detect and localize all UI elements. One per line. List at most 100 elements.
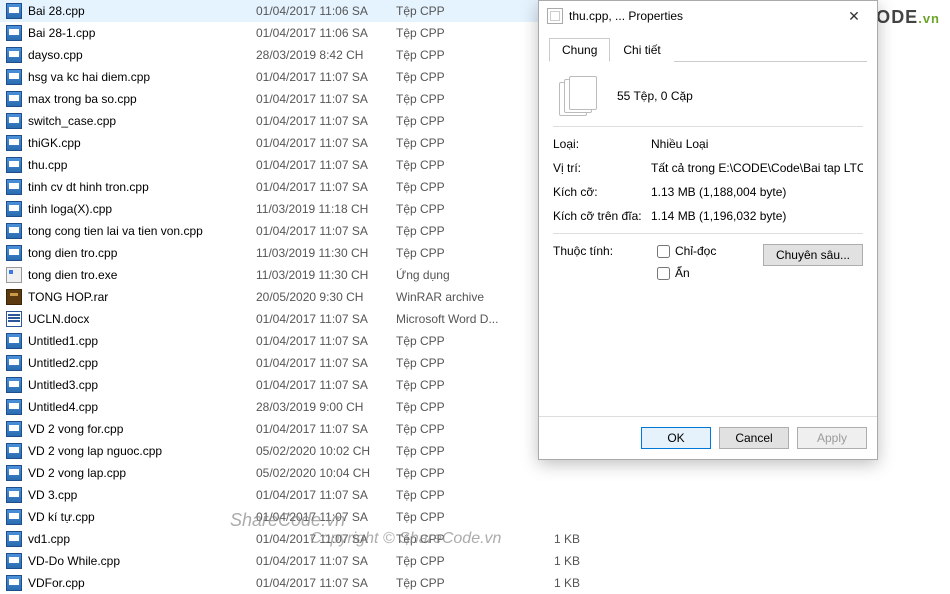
file-name: Untitled1.cpp: [28, 334, 98, 348]
file-row[interactable]: thiGK.cpp01/04/2017 11:07 SATệp CPP: [0, 132, 590, 154]
file-row[interactable]: VD 2 vong for.cpp01/04/2017 11:07 SATệp …: [0, 418, 590, 440]
file-icon: [6, 311, 22, 327]
file-type: Tệp CPP: [396, 180, 526, 194]
ok-button[interactable]: OK: [641, 427, 711, 449]
label-type: Loại:: [553, 137, 651, 151]
file-date: 28/03/2019 8:42 CH: [256, 48, 396, 62]
file-row[interactable]: tinh cv dt hinh tron.cpp 01/04/2017 11:07…: [0, 176, 590, 198]
file-type: Tệp CPP: [396, 224, 526, 238]
file-row[interactable]: vd1.cpp01/04/2017 11:07 SATệp CPP1 KB: [0, 528, 590, 550]
file-row[interactable]: tong dien tro.exe11/03/2019 11:30 CHỨng …: [0, 264, 590, 286]
checkbox-readonly-label: Chỉ-đọc: [675, 244, 716, 258]
tab-general[interactable]: Chung: [549, 38, 610, 62]
file-row[interactable]: UCLN.docx01/04/2017 11:07 SAMicrosoft Wo…: [0, 308, 590, 330]
dialog-titlebar[interactable]: thu.cpp, ... Properties ✕: [539, 1, 877, 31]
file-name: switch_case.cpp: [28, 114, 116, 128]
file-icon: [6, 223, 22, 239]
file-date: 01/04/2017 11:07 SA: [256, 70, 396, 84]
file-size: 1 KB: [526, 532, 586, 546]
file-row[interactable]: thu.cpp01/04/2017 11:07 SATệp CPP: [0, 154, 590, 176]
file-date: 01/04/2017 11:07 SA: [256, 180, 396, 194]
file-icon: [6, 245, 22, 261]
file-type: Tệp CPP: [396, 334, 526, 348]
file-date: 01/04/2017 11:07 SA: [256, 510, 396, 524]
file-icon: [6, 201, 22, 217]
cancel-button[interactable]: Cancel: [719, 427, 789, 449]
file-date: 28/03/2019 9:00 CH: [256, 400, 396, 414]
advanced-button[interactable]: Chuyên sâu...: [763, 244, 863, 266]
file-type: Tệp CPP: [396, 246, 526, 260]
file-icon: [6, 553, 22, 569]
file-icon: [6, 355, 22, 371]
file-name: Bai 28.cpp: [28, 4, 85, 18]
file-row[interactable]: Bai 28.cpp01/04/2017 11:06 SATệp CPP1 KB: [0, 0, 590, 22]
file-name: vd1.cpp: [28, 532, 70, 546]
file-name: tong cong tien lai va tien von.cpp: [28, 224, 203, 238]
file-row[interactable]: VDFor.cpp01/04/2017 11:07 SATệp CPP1 KB: [0, 572, 590, 594]
checkbox-hidden-input[interactable]: [657, 267, 670, 280]
file-date: 05/02/2020 10:02 CH: [256, 444, 396, 458]
file-icon: [6, 377, 22, 393]
document-stack-icon: [547, 8, 563, 24]
file-name: tong dien tro.exe: [28, 268, 117, 282]
file-date: 01/04/2017 11:06 SA: [256, 26, 396, 40]
file-type: Tệp CPP: [396, 378, 526, 392]
label-location: Vị trí:: [553, 161, 651, 175]
file-row[interactable]: tong dien tro.cpp11/03/2019 11:30 CHTệp …: [0, 242, 590, 264]
file-row[interactable]: VD kí tự.cpp01/04/2017 11:07 SATệp CPP: [0, 506, 590, 528]
file-row[interactable]: VD 2 vong lap.cpp05/02/2020 10:04 CHTệp …: [0, 462, 590, 484]
apply-button[interactable]: Apply: [797, 427, 867, 449]
checkbox-readonly[interactable]: Chỉ-đọc: [657, 244, 716, 258]
file-icon: [6, 135, 22, 151]
file-row[interactable]: Bai 28-1.cpp01/04/2017 11:06 SATệp CPP: [0, 22, 590, 44]
file-type: Tệp CPP: [396, 510, 526, 524]
file-row[interactable]: Untitled3.cpp01/04/2017 11:07 SATệp CPP: [0, 374, 590, 396]
file-date: 01/04/2017 11:06 SA: [256, 4, 396, 18]
file-row[interactable]: max trong ba so.cpp01/04/2017 11:07 SATệ…: [0, 88, 590, 110]
file-row[interactable]: VD 3.cpp01/04/2017 11:07 SATệp CPP: [0, 484, 590, 506]
file-row[interactable]: Untitled1.cpp01/04/2017 11:07 SATệp CPP: [0, 330, 590, 352]
file-row[interactable]: tinh loga(X).cpp11/03/2019 11:18 CHTệp C…: [0, 198, 590, 220]
file-type: Tệp CPP: [396, 136, 526, 150]
file-name: VD 3.cpp: [28, 488, 77, 502]
file-icon: [6, 91, 22, 107]
file-name: tinh cv dt hinh tron.cpp: [28, 180, 149, 194]
file-row[interactable]: dayso.cpp28/03/2019 8:42 CHTệp CPP: [0, 44, 590, 66]
file-name: VDFor.cpp: [28, 576, 85, 590]
file-row[interactable]: hsg va kc hai diem.cpp01/04/2017 11:07 S…: [0, 66, 590, 88]
file-type: Tệp CPP: [396, 26, 526, 40]
file-row[interactable]: Untitled2.cpp01/04/2017 11:07 SATệp CPP: [0, 352, 590, 374]
value-size: 1.13 MB (1,188,004 byte): [651, 185, 863, 199]
dialog-tabs: Chung Chi tiết: [549, 37, 867, 62]
file-type: Tệp CPP: [396, 158, 526, 172]
file-list: Bai 28.cpp01/04/2017 11:06 SATệp CPP1 KB…: [0, 0, 590, 569]
file-type: Tệp CPP: [396, 114, 526, 128]
file-row[interactable]: Untitled4.cpp28/03/2019 9:00 CHTệp CPP: [0, 396, 590, 418]
file-type: Tệp CPP: [396, 356, 526, 370]
file-icon: [6, 399, 22, 415]
label-size: Kích cỡ:: [553, 185, 651, 199]
file-size: 1 KB: [526, 554, 586, 568]
label-size-on-disk: Kích cỡ trên đĩa:: [553, 209, 651, 223]
file-icon: [6, 157, 22, 173]
file-date: 01/04/2017 11:07 SA: [256, 136, 396, 150]
file-row[interactable]: TONG HOP.rar20/05/2020 9:30 CHWinRAR arc…: [0, 286, 590, 308]
summary-count: 55 Tệp, 0 Cặp: [617, 89, 693, 103]
file-icon: [6, 69, 22, 85]
file-icon: [6, 531, 22, 547]
file-name: UCLN.docx: [28, 312, 89, 326]
close-button[interactable]: ✕: [837, 5, 871, 27]
file-name: max trong ba so.cpp: [28, 92, 137, 106]
value-location: Tất cả trong E:\CODE\Code\Bai tap LTCB 1…: [651, 161, 863, 175]
checkbox-hidden-label: Ẩn: [675, 266, 690, 280]
file-date: 01/04/2017 11:07 SA: [256, 114, 396, 128]
checkbox-readonly-input[interactable]: [657, 245, 670, 258]
file-row[interactable]: tong cong tien lai va tien von.cpp01/04/…: [0, 220, 590, 242]
file-row[interactable]: switch_case.cpp 01/04/2017 11:07 SATệp CP…: [0, 110, 590, 132]
file-row[interactable]: VD 2 vong lap nguoc.cpp05/02/2020 10:02 …: [0, 440, 590, 462]
file-icon: [6, 289, 22, 305]
tab-details[interactable]: Chi tiết: [610, 38, 673, 62]
checkbox-hidden[interactable]: Ẩn: [657, 266, 716, 280]
dialog-title: thu.cpp, ... Properties: [569, 9, 837, 23]
file-date: 01/04/2017 11:07 SA: [256, 92, 396, 106]
